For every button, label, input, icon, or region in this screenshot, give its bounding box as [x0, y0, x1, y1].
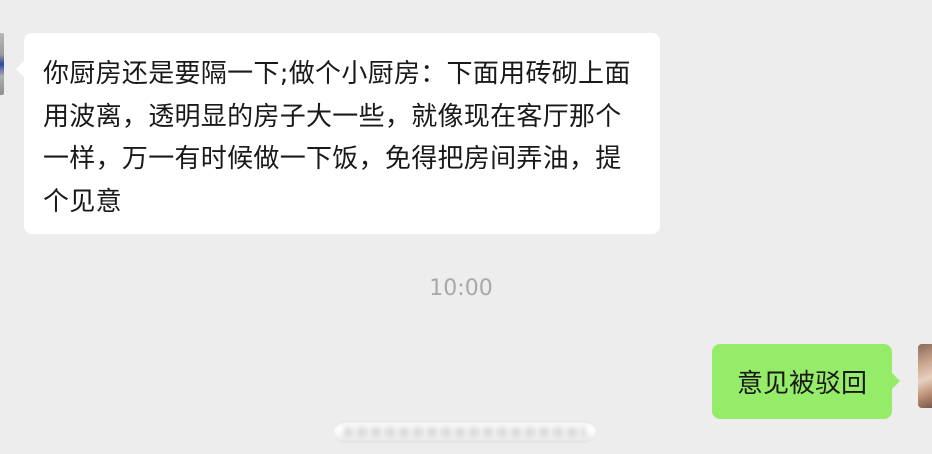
incoming-message-text: 你厨房还是要隔一下;做个小厨房：下面用砖砌上面用波离，透明显的房子大一些，就像现… [43, 59, 631, 217]
outgoing-message-bubble[interactable]: 意见被驳回 [712, 344, 900, 419]
contact-avatar[interactable] [0, 33, 4, 95]
chat-window: 你厨房还是要隔一下;做个小厨房：下面用砖砌上面用波离，透明显的房子大一些，就像现… [0, 0, 932, 454]
incoming-message-bubble[interactable]: 你厨房还是要隔一下;做个小厨房：下面用砖砌上面用波离，透明显的房子大一些，就像现… [16, 33, 660, 234]
blurred-input-bar [334, 421, 596, 443]
blurred-content [344, 427, 586, 437]
message-timestamp: 10:00 [429, 276, 493, 301]
outgoing-message-text: 意见被驳回 [736, 369, 867, 399]
user-avatar[interactable] [918, 344, 932, 408]
